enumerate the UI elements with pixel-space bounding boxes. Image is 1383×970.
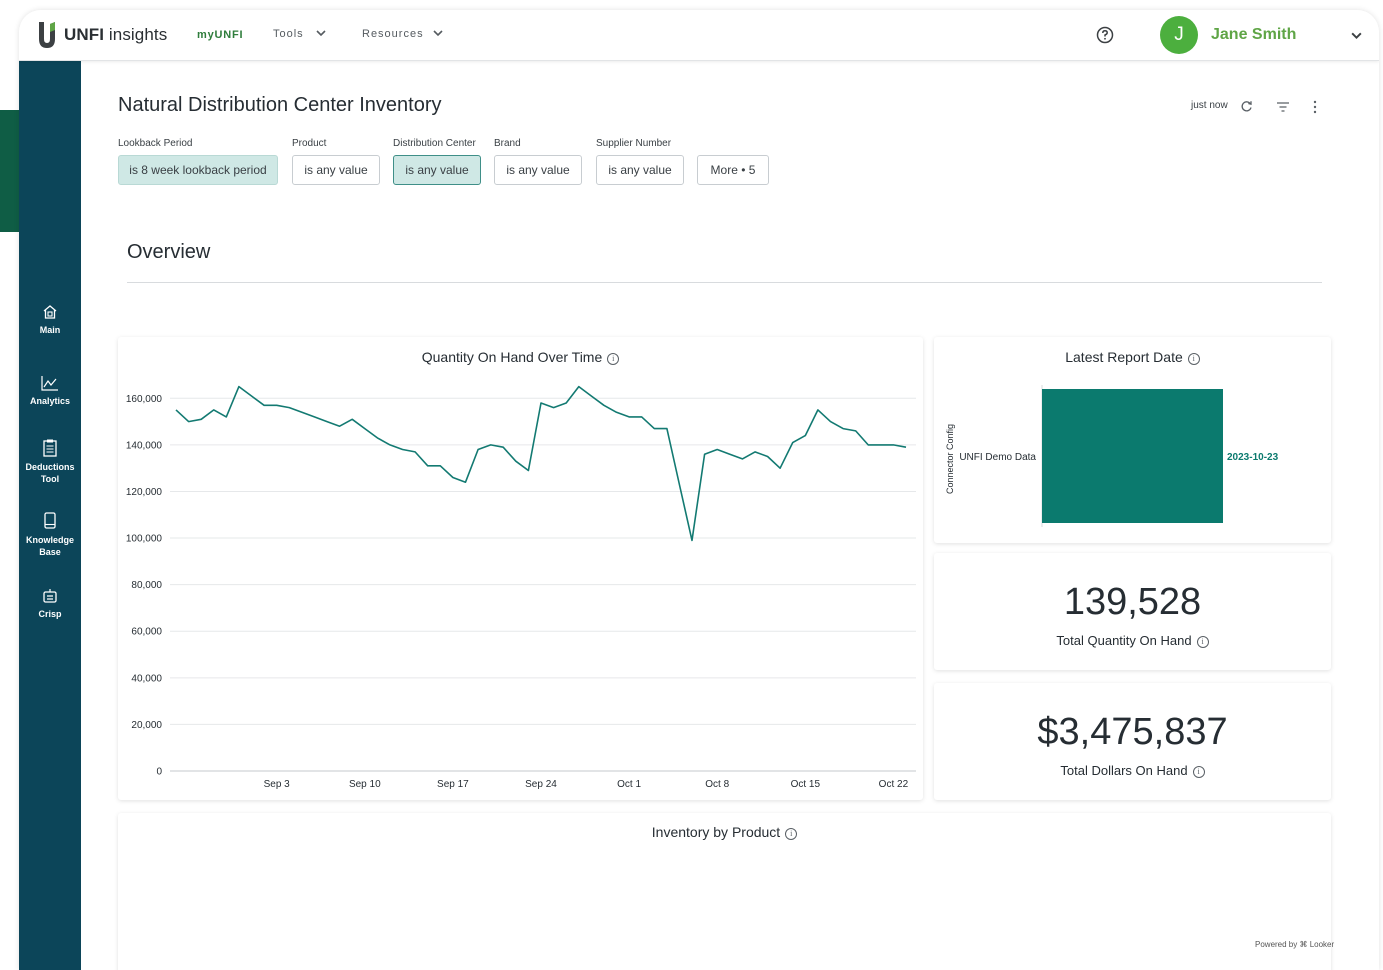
y-tick-label: 40,000 <box>131 673 162 684</box>
nav-resources-menu[interactable]: Resources <box>362 28 424 40</box>
quantity-line-chart[interactable]: 0 20,000 40,000 60,000 80,000 100,000 120,000 1… <box>118 337 923 800</box>
quantity-series-line[interactable] <box>175 385 907 542</box>
app-window: UNFI insights myUNFI Tools Resources J J… <box>19 10 1379 970</box>
filter-lookback-period[interactable]: is 8 week lookback period <box>118 155 278 185</box>
chevron-down-icon[interactable] <box>315 27 327 39</box>
y-tick-label: 120,000 <box>126 487 163 498</box>
x-tick-label: Sep 24 <box>525 779 557 790</box>
info-icon[interactable]: i <box>1192 766 1205 778</box>
sidebar-item-label-line2: Tool <box>40 474 60 484</box>
brand-light: insights <box>108 25 168 44</box>
filter-distribution-center[interactable]: is any value <box>393 155 481 185</box>
sidebar-item-crisp[interactable]: Crisp <box>19 588 81 620</box>
brand-name[interactable]: UNFI insights <box>64 25 167 45</box>
filter-label-supplier-number: Supplier Number <box>596 138 672 149</box>
total-dollars-caption: Total Dollars On Hand i <box>934 763 1331 778</box>
x-tick-label: Sep 10 <box>349 779 381 790</box>
sidebar-item-label: Crisp <box>38 609 62 619</box>
dashboard-content: Natural Distribution Center Inventory ju… <box>81 61 1379 970</box>
total-quantity-value: 139,528 <box>1063 581 1202 623</box>
x-tick-label: Oct 8 <box>705 779 729 790</box>
y-tick-label: 20,000 <box>131 720 162 731</box>
last-updated-text: just now <box>1191 100 1228 111</box>
quantity-on-hand-chart-card: Quantity On Hand Over Time i 0 20,000 40,00… <box>118 337 923 800</box>
help-icon[interactable] <box>1096 26 1114 44</box>
more-filters-button[interactable]: More • 5 <box>697 155 769 185</box>
x-tick-label: Sep 17 <box>437 779 469 790</box>
sidebar-item-knowledge-base[interactable]: Knowledge Base <box>19 512 81 558</box>
overview-heading: Overview <box>127 241 211 263</box>
sidebar-item-label: Knowledge <box>25 535 74 545</box>
inventory-title-text: Inventory by Product <box>651 824 781 840</box>
chevron-down-icon[interactable] <box>432 27 444 39</box>
user-name[interactable]: Jane Smith <box>1211 26 1296 44</box>
inventory-by-product-card: Inventory by Product i <box>118 813 1331 970</box>
user-avatar[interactable]: J <box>1160 16 1198 54</box>
total-quantity-caption: Total Quantity On Hand i <box>934 633 1331 648</box>
latest-report-date-card: Latest Report Date i Connector Config UNF… <box>934 337 1331 543</box>
x-tick-label: Sep 3 <box>264 779 291 790</box>
sidebar-item-label: Analytics <box>29 396 71 406</box>
latest-axis-label: Connector Config <box>945 424 955 494</box>
nav-tools-menu[interactable]: Tools <box>273 28 304 40</box>
y-tick-label: 80,000 <box>131 580 162 591</box>
filter-icon[interactable] <box>1276 101 1290 113</box>
latest-category-label: UNFI Demo Data <box>959 452 1036 463</box>
sidebar-item-main[interactable]: Main <box>19 304 81 336</box>
document-icon <box>43 439 57 457</box>
filter-label-lookback: Lookback Period <box>118 138 193 149</box>
total-dollars-caption-text: Total Dollars On Hand <box>1060 763 1188 778</box>
total-quantity-caption-text: Total Quantity On Hand <box>1056 633 1192 648</box>
filter-label-brand: Brand <box>494 138 521 149</box>
sidebar-item-deductions-tool[interactable]: Deductions Tool <box>19 439 81 485</box>
overview-divider <box>127 282 1322 283</box>
latest-report-bar-chart[interactable]: Connector Config UNFI Demo Data 2023-10-… <box>934 337 1331 543</box>
x-tick-label: Oct 15 <box>791 779 821 790</box>
nav-myunfi-link[interactable]: myUNFI <box>197 29 243 41</box>
y-tick-label: 140,000 <box>126 440 163 451</box>
filter-label-product: Product <box>292 138 327 149</box>
info-icon[interactable]: i <box>785 828 798 840</box>
page-title: Natural Distribution Center Inventory <box>118 94 442 116</box>
sidebar-item-analytics[interactable]: Analytics <box>19 375 81 407</box>
filter-brand[interactable]: is any value <box>494 155 582 185</box>
sidebar-item-label: Deductions <box>25 462 75 472</box>
total-dollars-card: $3,475,837 Total Dollars On Hand i <box>934 683 1331 800</box>
analytics-icon <box>41 376 58 391</box>
y-tick-label: 0 <box>156 767 162 778</box>
info-icon[interactable]: i <box>1196 636 1209 648</box>
left-accent-bar <box>0 110 20 232</box>
y-tick-label: 160,000 <box>126 394 163 405</box>
latest-report-bar[interactable] <box>1042 389 1223 523</box>
total-quantity-card: 139,528 Total Quantity On Hand i <box>934 553 1331 670</box>
total-dollars-value: $3,475,837 <box>1037 711 1228 753</box>
crisp-icon <box>43 589 57 603</box>
sidebar: Main Analytics Deductions Tool Knowledge <box>19 61 81 970</box>
refresh-icon[interactable] <box>1240 100 1253 113</box>
y-tick-label: 100,000 <box>126 534 163 545</box>
filter-label-distribution-center: Distribution Center <box>393 138 476 149</box>
sidebar-item-label: Main <box>39 325 61 335</box>
top-navigation-bar: UNFI insights myUNFI Tools Resources J J… <box>19 10 1379 61</box>
x-tick-label: Oct 1 <box>617 779 641 790</box>
more-options-icon[interactable] <box>1312 100 1318 114</box>
unfi-logo-icon[interactable] <box>37 22 57 48</box>
inventory-title: Inventory by Product i <box>118 824 1331 840</box>
latest-value-label: 2023-10-23 <box>1227 452 1279 463</box>
brand-bold: UNFI <box>64 25 105 44</box>
x-tick-label: Oct 22 <box>879 779 909 790</box>
filter-product[interactable]: is any value <box>292 155 380 185</box>
home-icon <box>43 305 57 319</box>
tablet-icon <box>44 512 56 529</box>
y-tick-label: 60,000 <box>131 627 162 638</box>
chevron-down-icon[interactable] <box>1350 29 1363 42</box>
sidebar-item-label-line2: Base <box>39 547 61 557</box>
filter-supplier-number[interactable]: is any value <box>596 155 684 185</box>
powered-by-looker: Powered by ⌘ Looker <box>1255 940 1335 949</box>
